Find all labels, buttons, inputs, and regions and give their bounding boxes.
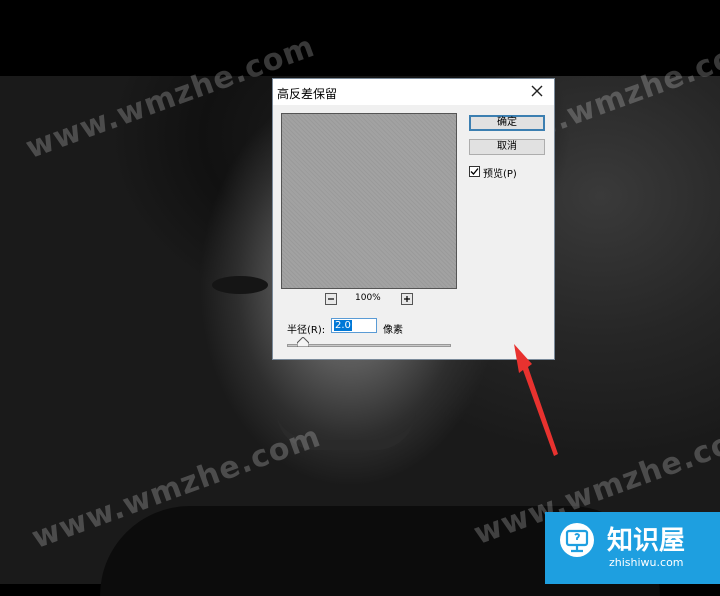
zoom-out-button[interactable] <box>325 293 337 305</box>
site-logo: 知识屋 zhishiwu.com <box>545 512 720 584</box>
cancel-button[interactable]: 取消 <box>469 139 545 155</box>
radius-unit: 像素 <box>383 325 403 336</box>
ok-button[interactable]: 确定 <box>469 115 545 131</box>
radius-slider-thumb[interactable] <box>297 337 310 347</box>
minus-icon <box>328 298 334 300</box>
preview-checkbox[interactable] <box>469 166 480 177</box>
logo-name: 知识屋 <box>607 526 686 556</box>
zoom-in-button[interactable] <box>401 293 413 305</box>
preview-label: 预览(P) <box>483 169 517 180</box>
dialog-titlebar[interactable]: 高反差保留 <box>273 79 554 105</box>
close-icon[interactable] <box>528 82 546 100</box>
logo-url: zhishiwu.com <box>609 556 684 569</box>
pointer-arrow <box>514 344 558 456</box>
zoom-level: 100% <box>355 293 381 303</box>
radius-label: 半径(R): <box>287 325 326 336</box>
logo-icon <box>560 523 594 557</box>
radius-value: 2.0 <box>334 320 352 331</box>
checkmark-icon <box>470 168 479 175</box>
photo-left-eye <box>212 276 268 294</box>
radius-input[interactable]: 2.0 <box>331 318 377 333</box>
radius-slider-track[interactable] <box>287 344 451 347</box>
plus-icon <box>404 296 410 302</box>
preview-zoom-controls: 100% <box>325 293 413 305</box>
dialog-title: 高反差保留 <box>277 87 338 101</box>
filter-preview-image[interactable] <box>281 113 457 289</box>
high-pass-dialog: 高反差保留 100% 确定 取消 预览(P) 半径(R): 2.0 像素 <box>272 78 555 360</box>
